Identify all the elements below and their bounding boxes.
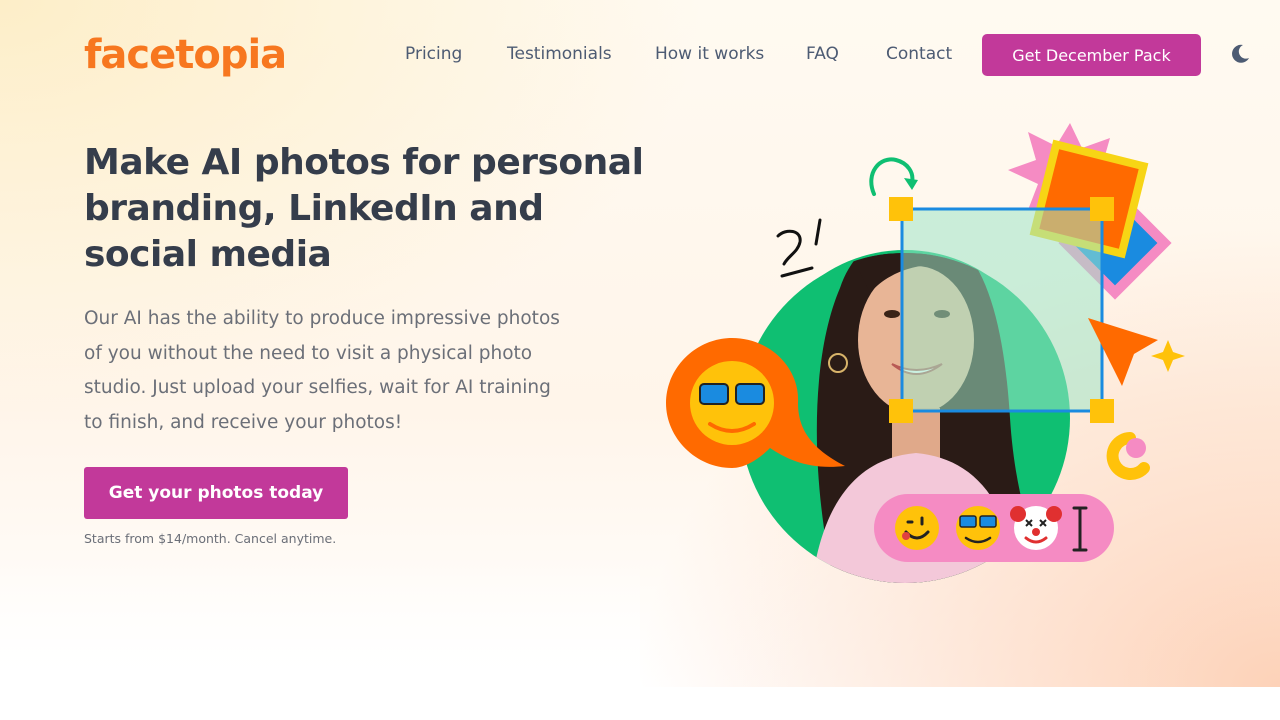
hero-fade bbox=[0, 560, 640, 687]
pink-dot-shape bbox=[1126, 438, 1146, 458]
nav-item-testimonials[interactable]: Testimonials bbox=[507, 44, 612, 64]
hero-illustration bbox=[660, 118, 1200, 590]
sunglasses-emoji-icon bbox=[690, 361, 774, 445]
selection-handle bbox=[889, 197, 913, 221]
pricing-note: Starts from $14/month. Cancel anytime. bbox=[84, 531, 337, 546]
logo-text: facetopia bbox=[84, 32, 284, 78]
doodle-icon bbox=[776, 218, 822, 278]
selection-handle bbox=[1090, 399, 1114, 423]
hero-title: Make AI photos for personal branding, Li… bbox=[84, 142, 644, 275]
selection-handle bbox=[1090, 197, 1114, 221]
rotate-arrow-icon bbox=[869, 157, 915, 196]
nav-item-pricing[interactable]: Pricing bbox=[405, 44, 462, 64]
moon-icon bbox=[1232, 44, 1249, 63]
selection-box bbox=[900, 207, 1104, 413]
sparkle-icon bbox=[1151, 340, 1185, 372]
selection-handle bbox=[889, 399, 913, 423]
get-december-pack-button[interactable]: Get December Pack bbox=[982, 34, 1201, 76]
nav-item-contact[interactable]: Contact bbox=[886, 44, 952, 64]
logo-wordmark: facetopia bbox=[84, 32, 287, 78]
nav-item-how-it-works[interactable]: How it works bbox=[655, 44, 764, 64]
theme-toggle[interactable] bbox=[1229, 43, 1251, 65]
logo[interactable]: facetopia bbox=[84, 32, 287, 78]
nav-item-faq[interactable]: FAQ bbox=[806, 44, 839, 64]
sunglasses-emoji-icon bbox=[956, 506, 1000, 550]
hero-description: Our AI has the ability to produce impres… bbox=[84, 308, 560, 433]
wink-emoji-icon bbox=[895, 506, 939, 550]
get-photos-button[interactable]: Get your photos today bbox=[84, 467, 348, 519]
